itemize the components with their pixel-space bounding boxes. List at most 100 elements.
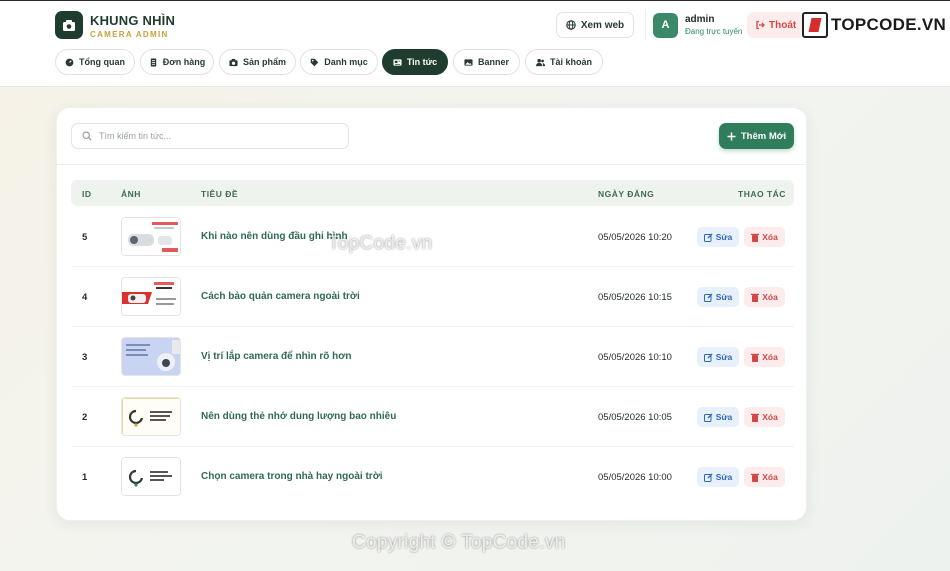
tab-orders[interactable]: Đơn hàng	[140, 49, 214, 75]
tab-orders-label: Đơn hàng	[162, 57, 206, 67]
globe-icon	[566, 20, 576, 30]
tab-products[interactable]: Sản phẩm	[219, 49, 296, 75]
tab-accounts-label: Tài khoản	[549, 57, 592, 67]
delete-button[interactable]: Xóa	[744, 407, 785, 427]
table-header: ID ẢNH TIÊU ĐỀ NGÀY ĐĂNG THAO TÁC	[71, 180, 794, 206]
tab-accounts[interactable]: Tài khoản	[525, 49, 603, 75]
row-date: 05/05/2026 10:15	[598, 292, 672, 303]
avatar: A	[653, 12, 678, 38]
table-row: 1 Chọn camera trong nhà hay ngoài trời 0…	[71, 447, 794, 507]
card-toolbar: Thêm Mới	[57, 108, 806, 165]
edit-icon	[703, 473, 713, 482]
delete-button[interactable]: Xóa	[744, 467, 785, 487]
row-id: 3	[82, 352, 88, 363]
brand-subtitle: CAMERA ADMIN	[90, 30, 169, 39]
trash-icon	[751, 473, 760, 482]
edit-button[interactable]: Sửa	[697, 287, 739, 307]
view-website-label: Xem web	[580, 19, 625, 31]
plus-icon	[727, 132, 736, 140]
row-id: 5	[82, 232, 88, 243]
edit-icon	[703, 233, 713, 242]
edit-label: Sửa	[715, 292, 733, 302]
tab-news-label: Tin tức	[406, 57, 438, 67]
user-profile[interactable]: A admin Đang trực tuyến	[645, 10, 745, 40]
user-status: Đang trực tuyến	[685, 27, 743, 36]
logout-button[interactable]: Thoát	[747, 12, 805, 38]
delete-button[interactable]: Xóa	[744, 347, 785, 367]
add-news-label: Thêm Mới	[740, 130, 787, 142]
topcode-watermark-logo: TOPCODE.VN	[802, 11, 946, 39]
trash-icon	[751, 413, 760, 422]
col-date: NGÀY ĐĂNG	[598, 189, 655, 199]
tab-overview[interactable]: Tổng quan	[55, 49, 135, 75]
table-row: 3 Vị trí lắp camera để nhìn rõ hơn 05/05…	[71, 327, 794, 387]
tab-categories[interactable]: Danh mục	[300, 49, 378, 75]
delete-label: Xóa	[762, 472, 778, 482]
table-row: 5 Khi nào nên dùng đầu ghi hình 05/05/20…	[71, 207, 794, 267]
view-website-button[interactable]: Xem web	[556, 12, 634, 38]
delete-label: Xóa	[762, 412, 778, 422]
edit-icon	[703, 353, 713, 362]
search-icon	[82, 131, 92, 141]
news-list-card: Thêm Mới ID ẢNH TIÊU ĐỀ NGÀY ĐĂNG THAO T…	[56, 107, 807, 521]
row-title[interactable]: Chọn camera trong nhà hay ngoài trời	[201, 471, 383, 482]
table-row: 2 Nên dùng thẻ nhớ dung lượng bao nhiêu …	[71, 387, 794, 447]
copyright-watermark: Copyright © TopCode.vn	[352, 532, 566, 553]
search-input[interactable]	[99, 131, 339, 141]
receipt-icon	[150, 57, 156, 67]
trash-icon	[751, 353, 760, 362]
delete-label: Xóa	[762, 232, 778, 242]
store-logo-icon[interactable]	[55, 11, 83, 39]
news-thumbnail[interactable]	[121, 337, 181, 376]
tag-icon	[310, 58, 319, 66]
row-id: 2	[82, 412, 88, 423]
col-image: ẢNH	[121, 189, 141, 199]
row-id: 1	[82, 472, 88, 483]
brand-title: KHUNG NHÌN	[90, 13, 176, 28]
sign-out-icon	[756, 20, 765, 30]
newspaper-icon	[393, 58, 402, 66]
edit-label: Sửa	[715, 232, 733, 242]
trash-icon	[751, 233, 760, 242]
edit-label: Sửa	[715, 472, 733, 482]
table-row: 4 Cách bảo quản camera ngoài trời 05/05/…	[71, 267, 794, 327]
row-title[interactable]: Khi nào nên dùng đầu ghi hình	[201, 231, 348, 242]
row-date: 05/05/2026 10:05	[598, 412, 672, 423]
delete-button[interactable]: Xóa	[744, 227, 785, 247]
news-thumbnail[interactable]	[121, 217, 181, 256]
col-id: ID	[82, 189, 92, 199]
tab-overview-label: Tổng quan	[79, 57, 125, 67]
tab-news[interactable]: Tin tức	[382, 49, 448, 75]
topcode-logo-icon	[802, 12, 828, 38]
edit-label: Sửa	[715, 352, 733, 362]
gauge-icon	[65, 58, 74, 66]
row-id: 4	[82, 292, 88, 303]
news-thumbnail[interactable]	[121, 397, 181, 436]
tab-categories-label: Danh mục	[324, 57, 368, 67]
add-news-button[interactable]: Thêm Mới	[719, 123, 794, 149]
delete-label: Xóa	[762, 292, 778, 302]
logout-label: Thoát	[769, 19, 797, 31]
edit-label: Sửa	[715, 412, 733, 422]
edit-button[interactable]: Sửa	[697, 227, 739, 247]
search-box[interactable]	[71, 123, 349, 149]
edit-button[interactable]: Sửa	[697, 407, 739, 427]
row-title[interactable]: Nên dùng thẻ nhớ dung lượng bao nhiêu	[201, 411, 396, 422]
delete-label: Xóa	[762, 352, 778, 362]
row-date: 05/05/2026 10:10	[598, 352, 672, 363]
tab-banner[interactable]: Banner	[453, 49, 520, 75]
news-thumbnail[interactable]	[121, 457, 181, 496]
delete-button[interactable]: Xóa	[744, 287, 785, 307]
news-thumbnail[interactable]	[121, 277, 181, 316]
row-title[interactable]: Vị trí lắp camera để nhìn rõ hơn	[201, 351, 351, 362]
tab-products-label: Sản phẩm	[242, 57, 286, 67]
row-date: 05/05/2026 10:20	[598, 232, 672, 243]
camera-icon	[229, 58, 238, 66]
edit-icon	[703, 413, 713, 422]
edit-button[interactable]: Sửa	[697, 467, 739, 487]
row-date: 05/05/2026 10:00	[598, 472, 672, 483]
row-title[interactable]: Cách bảo quản camera ngoài trời	[201, 291, 360, 302]
edit-icon	[703, 293, 713, 302]
users-icon	[535, 58, 545, 66]
edit-button[interactable]: Sửa	[697, 347, 739, 367]
